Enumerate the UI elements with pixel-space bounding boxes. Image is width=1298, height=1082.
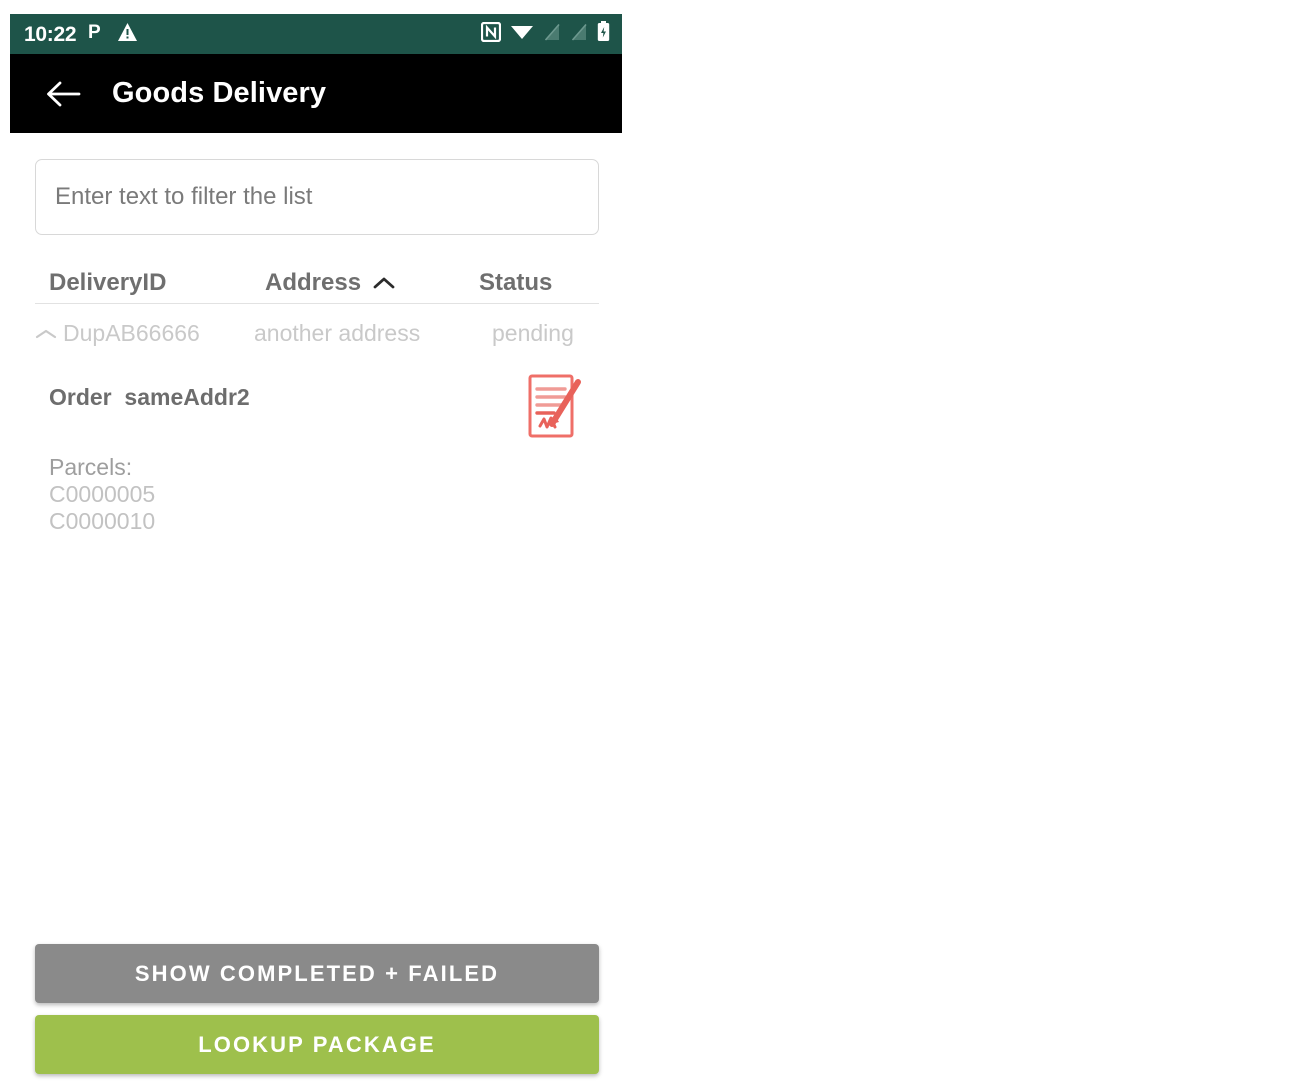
filter-input[interactable] xyxy=(35,159,599,235)
nfc-icon xyxy=(480,21,502,47)
column-header-label: Address xyxy=(265,269,362,296)
page-title: Goods Delivery xyxy=(112,77,327,109)
column-header-deliveryid[interactable]: DeliveryID xyxy=(35,269,265,297)
wifi-icon xyxy=(510,22,534,46)
status-bar-right xyxy=(480,21,610,47)
svg-text:P: P xyxy=(88,22,101,42)
delivery-table: DeliveryID Address Status DupAB66666 ano… xyxy=(35,235,599,362)
signed-document-icon[interactable] xyxy=(516,370,588,453)
column-header-label: DeliveryID xyxy=(49,269,167,296)
parcel-id: C0000005 xyxy=(49,481,156,508)
parking-p-icon: P xyxy=(87,21,106,47)
chevron-up-icon[interactable] xyxy=(35,320,57,347)
cell-address: another address xyxy=(254,319,421,346)
caret-up-icon xyxy=(373,269,395,297)
phone-screen: 10:22 P Goods Delivery Enter text to fil… xyxy=(10,14,622,1082)
back-arrow-icon[interactable] xyxy=(44,75,82,113)
row-detail-panel: Order sameAddr2 Parcels: C0000005 C00000… xyxy=(35,362,599,535)
table-header-row: DeliveryID Address Status xyxy=(35,235,599,304)
status-clock: 10:22 xyxy=(24,22,77,46)
parcel-id: C0000010 xyxy=(49,508,156,535)
status-bar-left: 10:22 P xyxy=(24,21,138,47)
signal-off-icon xyxy=(543,22,561,47)
show-completed-failed-button[interactable]: SHOW COMPLETED + FAILED xyxy=(35,944,599,1003)
column-header-label: Status xyxy=(479,269,553,296)
parcels-label: Parcels: xyxy=(49,454,133,480)
order-line: Order sameAddr2 xyxy=(49,384,250,410)
signal-off-icon xyxy=(570,22,588,47)
footer-actions: SHOW COMPLETED + FAILED LOOKUP PACKAGE xyxy=(10,944,622,1082)
cell-deliveryid-value: DupAB66666 xyxy=(63,319,200,346)
cell-status: pending xyxy=(492,319,574,346)
parcels-list: Parcels: C0000005 C0000010 xyxy=(35,448,599,535)
filter-section xyxy=(10,133,622,235)
battery-icon xyxy=(597,21,610,47)
detail-header: Order sameAddr2 xyxy=(35,362,599,448)
warning-triangle-icon xyxy=(117,22,138,47)
cell-deliveryid: DupAB66666 xyxy=(35,320,251,347)
column-header-status[interactable]: Status xyxy=(455,269,599,297)
main-content: DeliveryID Address Status xyxy=(10,133,622,1082)
app-bar: Goods Delivery xyxy=(10,54,622,133)
lookup-package-button[interactable]: LOOKUP PACKAGE xyxy=(35,1015,599,1074)
status-bar: 10:22 P xyxy=(10,14,622,54)
column-header-address[interactable]: Address xyxy=(265,269,455,297)
table-row[interactable]: DupAB66666 another address pending xyxy=(35,304,599,362)
